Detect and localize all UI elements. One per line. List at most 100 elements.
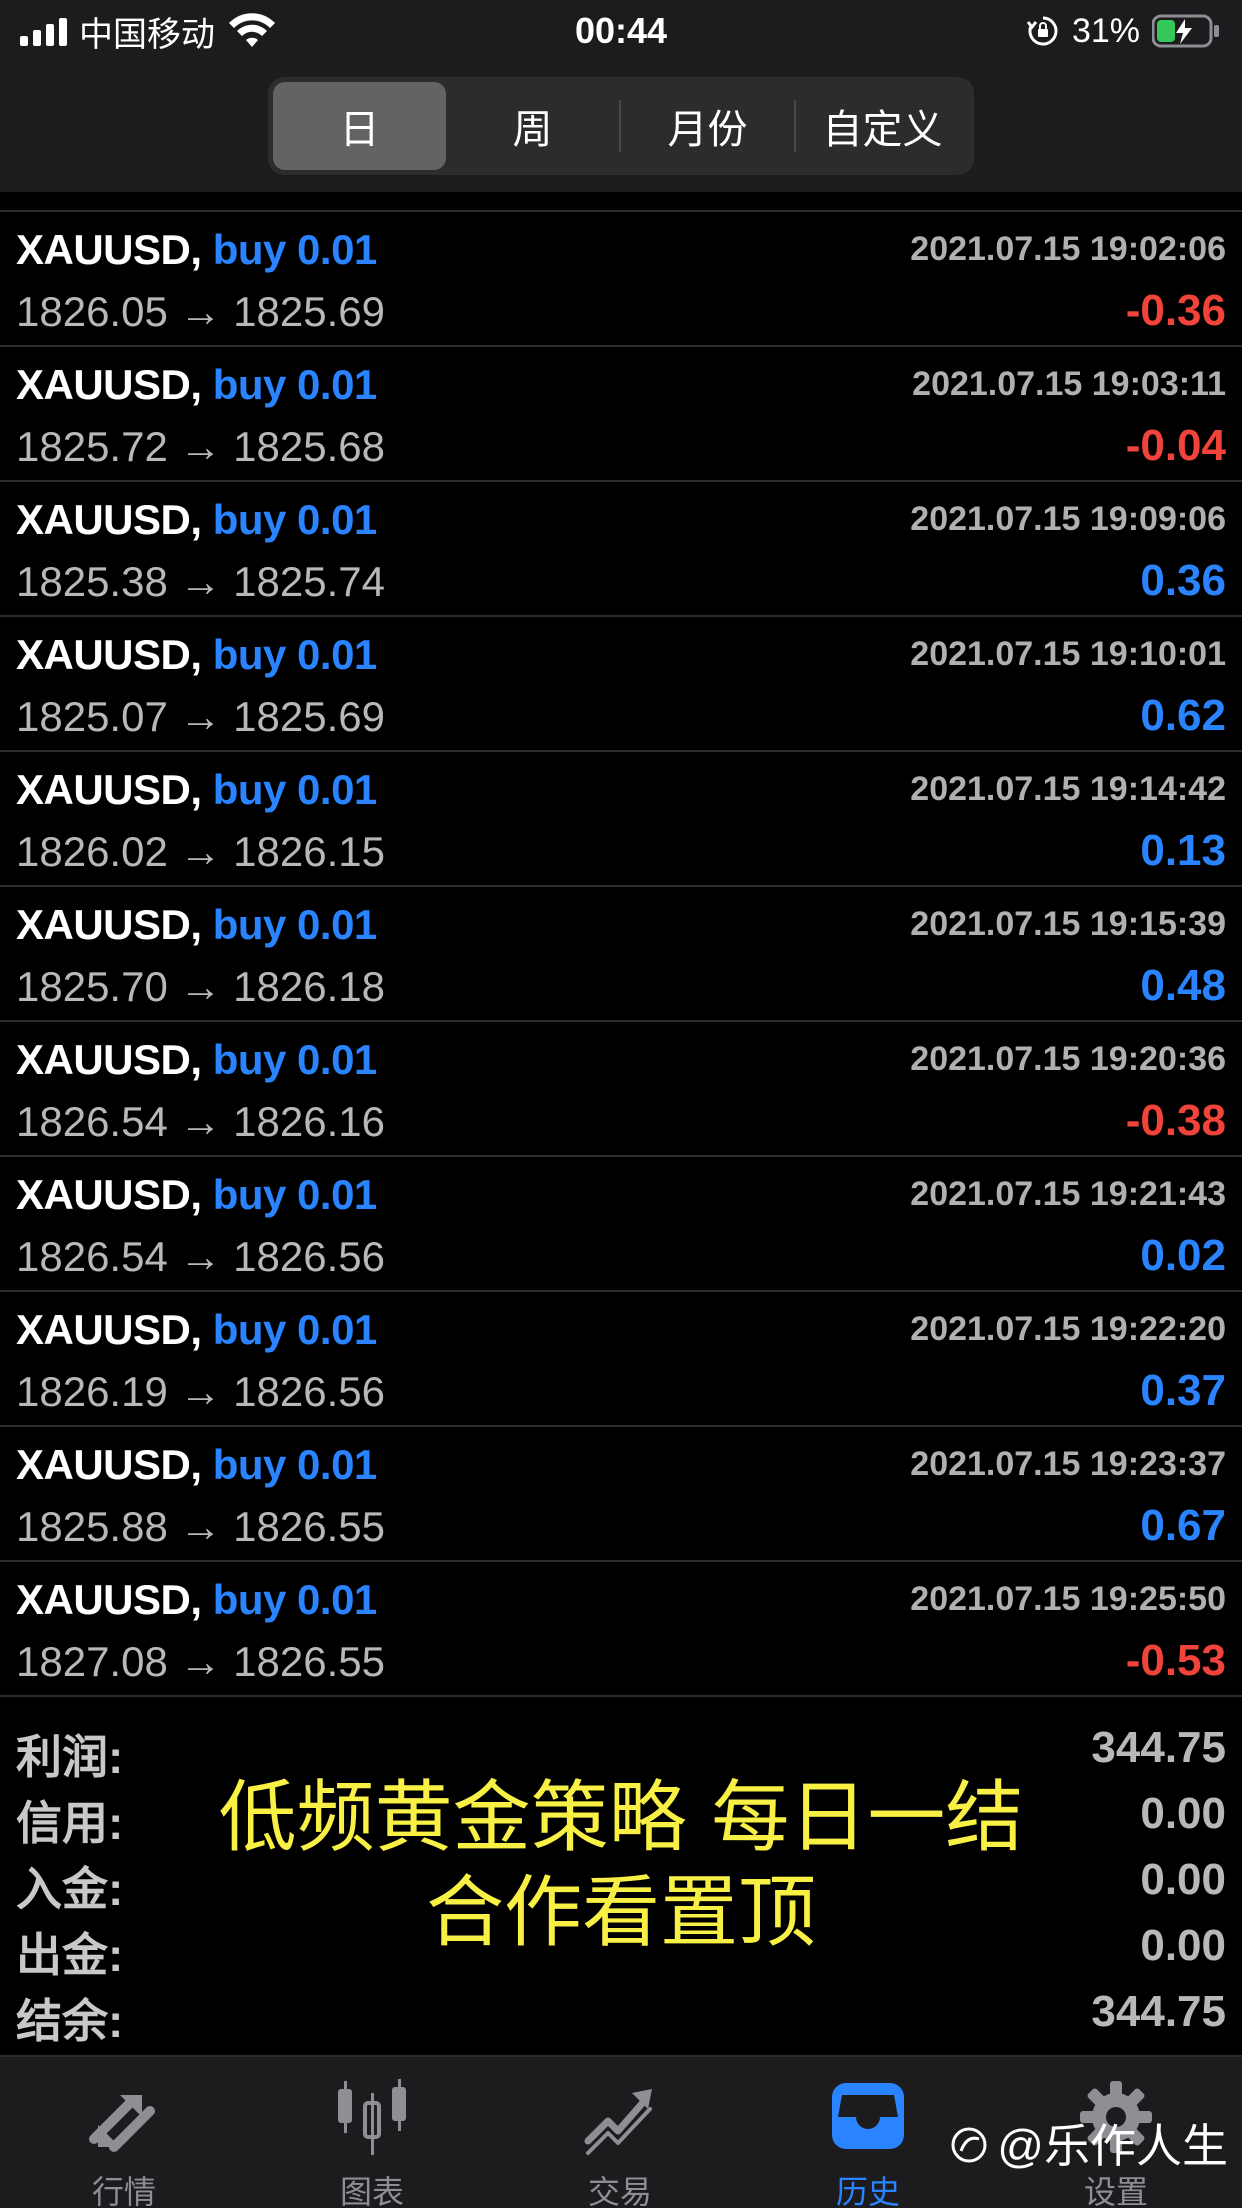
- quotes-arrows-icon: [89, 2095, 155, 2152]
- trade-trend-icon: [584, 2089, 652, 2155]
- symbol-text: XAUUSD,: [16, 766, 202, 813]
- deal-side: buy 0.01: [212, 1306, 378, 1353]
- deal-side: buy 0.01: [212, 496, 378, 543]
- tab-custom[interactable]: 自定义: [796, 82, 969, 170]
- deal-symbol: XAUUSD, buy 0.01: [16, 1036, 377, 1084]
- history-inbox-icon: [832, 2083, 904, 2149]
- deal-profit: 0.48: [1140, 961, 1226, 1010]
- deal-row[interactable]: XAUUSD, buy 0.01 2021.07.15 19:02:06 182…: [0, 212, 1242, 347]
- deal-symbol: XAUUSD, buy 0.01: [16, 766, 377, 814]
- deal-prices: 1825.72 → 1825.68: [16, 423, 385, 470]
- deal-time: 2021.07.15 19:02:06: [910, 230, 1226, 268]
- tab-month[interactable]: 月份: [621, 82, 794, 170]
- deal-time: 2021.07.15 19:20:36: [910, 1040, 1226, 1078]
- deal-symbol: XAUUSD, buy 0.01: [16, 1171, 377, 1219]
- symbol-text: XAUUSD,: [16, 901, 202, 948]
- candlestick-chart-icon: [338, 2079, 406, 2155]
- deal-profit: -0.36: [1125, 286, 1226, 335]
- deal-side: buy 0.01: [212, 226, 378, 273]
- deal-prices: 1827.08 → 1826.55: [16, 1638, 385, 1685]
- deal-row[interactable]: XAUUSD, buy 0.01 2021.07.15 19:25:50 182…: [0, 1562, 1242, 1697]
- deal-symbol: XAUUSD, buy 0.01: [16, 496, 377, 544]
- deal-symbol: XAUUSD, buy 0.01: [16, 1306, 377, 1354]
- deal-row[interactable]: XAUUSD, buy 0.01 2021.07.15 19:03:11 182…: [0, 347, 1242, 482]
- deal-prices: 1825.88 → 1826.55: [16, 1503, 385, 1550]
- deal-prices: 1825.38 → 1825.74: [16, 558, 385, 605]
- period-segmented-control: 日 周 月份 自定义: [268, 77, 974, 175]
- symbol-text: XAUUSD,: [16, 226, 202, 273]
- tab-week[interactable]: 周: [446, 82, 619, 170]
- deal-profit: -0.04: [1125, 421, 1226, 470]
- deal-time: 2021.07.15 19:15:39: [910, 905, 1226, 943]
- tab-label: 图表: [339, 2174, 404, 2208]
- symbol-text: XAUUSD,: [16, 1171, 202, 1218]
- deal-row[interactable]: XAUUSD, buy 0.01 2021.07.15 19:23:37 182…: [0, 1427, 1242, 1562]
- symbol-text: XAUUSD,: [16, 1306, 202, 1353]
- deal-prices: 1826.54 → 1826.16: [16, 1098, 385, 1145]
- deal-side: buy 0.01: [212, 1171, 378, 1218]
- deal-symbol: XAUUSD, buy 0.01: [16, 1441, 377, 1489]
- deal-prices: 1826.05 → 1825.69: [16, 288, 385, 335]
- deal-time: 2021.07.15 19:14:42: [910, 770, 1226, 808]
- tab-label: 行情: [91, 2174, 156, 2208]
- deal-row[interactable]: XAUUSD, buy 0.01 2021.07.15 19:22:20 182…: [0, 1292, 1242, 1427]
- deal-profit: 0.13: [1140, 826, 1226, 875]
- deal-symbol: XAUUSD, buy 0.01: [16, 361, 377, 409]
- deal-list[interactable]: XAUUSD, buy 0.01 2021.07.15 19:02:06 182…: [0, 192, 1242, 1697]
- deal-row[interactable]: XAUUSD, buy 0.01 2021.07.15 19:21:43 182…: [0, 1157, 1242, 1292]
- watermark-text: @乐作人生: [997, 2120, 1228, 2172]
- deal-row[interactable]: XAUUSD, buy 0.01 2021.07.15 19:09:06 182…: [0, 482, 1242, 617]
- battery-percent: 31%: [1071, 11, 1140, 50]
- header: 日 周 月份 自定义: [0, 62, 1242, 192]
- symbol-text: XAUUSD,: [16, 631, 202, 678]
- deal-time: 2021.07.15 19:25:50: [910, 1580, 1226, 1618]
- deal-symbol: XAUUSD, buy 0.01: [16, 1576, 377, 1624]
- tab-quotes[interactable]: 行情: [0, 2057, 248, 2208]
- summary-row-balance: 结余: 344.75: [0, 1979, 1242, 2047]
- deal-profit: 0.62: [1140, 691, 1226, 740]
- deal-row[interactable]: XAUUSD, buy 0.01 2021.07.15 19:10:01 182…: [0, 617, 1242, 752]
- deal-row[interactable]: XAUUSD, buy 0.01 2021.07.15 19:14:42 182…: [0, 752, 1242, 887]
- summary-value: 344.75: [1091, 1987, 1226, 2036]
- deal-profit: -0.53: [1125, 1636, 1226, 1685]
- deal-prices: 1826.02 → 1826.15: [16, 828, 385, 875]
- deal-profit: 0.02: [1140, 1231, 1226, 1280]
- deal-side: buy 0.01: [212, 901, 378, 948]
- deal-symbol: XAUUSD, buy 0.01: [16, 901, 377, 949]
- deal-side: buy 0.01: [212, 1441, 378, 1488]
- deal-side: buy 0.01: [212, 631, 378, 678]
- battery-charging-icon: [1152, 14, 1219, 48]
- deal-time: 2021.07.15 19:22:20: [910, 1310, 1226, 1348]
- rotation-lock-icon: [1026, 16, 1058, 46]
- deal-time: 2021.07.15 19:23:37: [910, 1445, 1226, 1483]
- tab-day[interactable]: 日: [273, 82, 446, 170]
- deal-side: buy 0.01: [212, 766, 378, 813]
- status-right: 31%: [1026, 10, 1220, 52]
- deal-time: 2021.07.15 19:10:01: [910, 635, 1226, 673]
- symbol-text: XAUUSD,: [16, 1036, 202, 1083]
- tab-label: 交易: [587, 2174, 652, 2208]
- symbol-text: XAUUSD,: [16, 1441, 202, 1488]
- status-bar: 中国移动 00:44 31%: [0, 0, 1242, 62]
- deal-time: 2021.07.15 19:21:43: [910, 1175, 1226, 1213]
- watermark: @乐作人生: [947, 2110, 1228, 2176]
- symbol-text: XAUUSD,: [16, 361, 202, 408]
- deal-row[interactable]: XAUUSD, buy 0.01 2021.07.15 19:20:36 182…: [0, 1022, 1242, 1157]
- deal-symbol: XAUUSD, buy 0.01: [16, 631, 377, 679]
- deal-time: 2021.07.15 19:09:06: [910, 500, 1226, 538]
- deal-side: buy 0.01: [212, 1576, 378, 1623]
- tab-trade[interactable]: 交易: [496, 2057, 744, 2208]
- deal-row[interactable]: XAUUSD, buy 0.01 2021.07.15 19:15:39 182…: [0, 887, 1242, 1022]
- deal-profit: 0.67: [1140, 1501, 1226, 1550]
- deal-prices: 1826.54 → 1826.56: [16, 1233, 385, 1280]
- tab-chart[interactable]: 图表: [248, 2057, 496, 2208]
- symbol-text: XAUUSD,: [16, 1576, 202, 1623]
- deal-symbol: XAUUSD, buy 0.01: [16, 226, 377, 274]
- deal-prices: 1825.70 → 1826.18: [16, 963, 385, 1010]
- weibo-logo-icon: [951, 2127, 987, 2163]
- deal-prices: 1826.19 → 1826.56: [16, 1368, 385, 1415]
- symbol-text: XAUUSD,: [16, 496, 202, 543]
- list-partial-row: [0, 192, 1242, 212]
- deal-profit: 0.37: [1140, 1366, 1226, 1415]
- overlay-caption-line2: 合作看置顶: [425, 1868, 816, 1958]
